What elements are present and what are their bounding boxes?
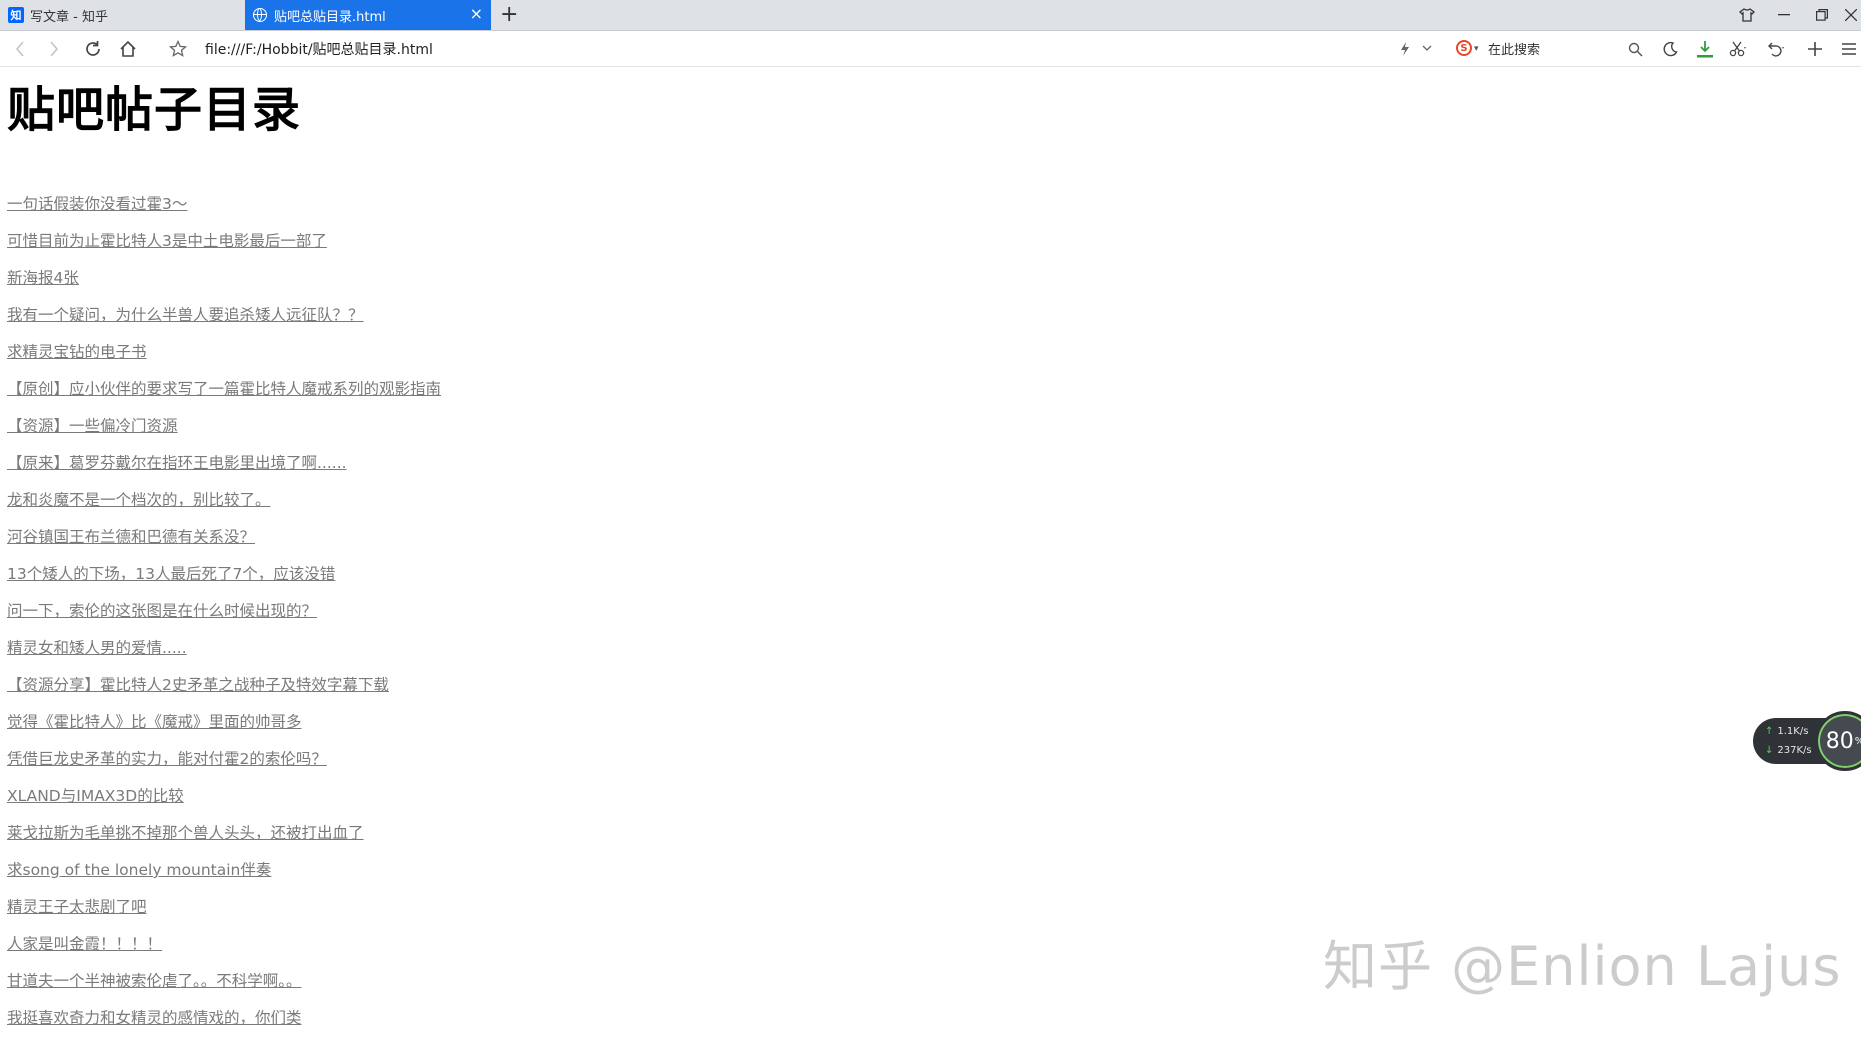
post-link[interactable]: 觉得《霍比特人》比《魔戒》里面的帅哥多 xyxy=(7,713,302,731)
add-icon[interactable] xyxy=(1802,36,1828,62)
post-link[interactable]: 13个矮人的下场，13人最后死了7个，应该没错 xyxy=(7,565,335,583)
post-link[interactable]: 【原来】葛罗芬戴尔在指环王电影里出境了啊...... xyxy=(7,454,347,472)
list-item: 新海报4张 xyxy=(7,259,441,296)
post-link[interactable]: 甘道夫一个半神被索伦虐了。。不科学啊。。 xyxy=(7,972,302,990)
tab-bar: 知 写文章 - 知乎 贴吧总贴目录.html × + xyxy=(0,0,1861,31)
list-item: 甘道夫一个半神被索伦虐了。。不科学啊。。 xyxy=(7,962,441,999)
post-link[interactable]: 精灵王子太悲剧了吧 xyxy=(7,898,147,916)
post-link[interactable]: 新海报4张 xyxy=(7,269,79,287)
close-tab-icon[interactable]: × xyxy=(470,6,483,22)
list-item: 13个矮人的下场，13人最后死了7个，应该没错 xyxy=(7,555,441,592)
tab-label: 写文章 - 知乎 xyxy=(30,9,108,25)
list-item: 精灵女和矮人男的爱情..... xyxy=(7,629,441,666)
list-item: 我有一个疑问，为什么半兽人要追杀矮人远征队？？ xyxy=(7,296,441,333)
post-link[interactable]: XLAND与IMAX3D的比较 xyxy=(7,787,184,805)
night-mode-moon-icon[interactable] xyxy=(1657,36,1683,62)
sogou-search-icon[interactable]: S xyxy=(1456,40,1472,56)
address-bar[interactable]: file:///F:/Hobbit/贴吧总贴目录.html xyxy=(205,39,433,59)
download-icon[interactable] xyxy=(1692,36,1718,62)
post-link[interactable]: 人家是叫金霞！！！！ xyxy=(7,935,162,953)
post-list: 一句话假装你没看过霍3～ 可惜目前为止霍比特人3是中土电影最后一部了 新海报4张我有… xyxy=(7,185,441,1036)
list-item: 一句话假装你没看过霍3～ xyxy=(7,185,441,222)
restore-button[interactable] xyxy=(1803,0,1841,30)
upload-speed: ↑ 1.1K/s xyxy=(1765,726,1809,737)
bookmark-star-icon[interactable] xyxy=(164,35,192,63)
post-link[interactable]: 龙和炎魔不是一个档次的，别比较了。 xyxy=(7,491,271,509)
tab-tieba-index[interactable]: 贴吧总贴目录.html × xyxy=(245,0,491,30)
list-item: 求song of the lonely mountain伴奏 xyxy=(7,851,441,888)
post-link[interactable]: 问一下，索伦的这张图是在什么时候出现的？ xyxy=(7,602,317,620)
back-button[interactable] xyxy=(6,35,34,63)
list-item: 求精灵宝钻的电子书 xyxy=(7,333,441,370)
list-item: 【原来】葛罗芬戴尔在指环王电影里出境了啊...... xyxy=(7,444,441,481)
post-link[interactable]: 【资源】一些偏冷门资源 xyxy=(7,417,178,435)
post-link[interactable]: 【原创】应小伙伴的要求写了一篇霍比特人魔戒系列的观影指南 xyxy=(7,380,441,398)
list-item: 精灵王子太悲剧了吧 xyxy=(7,888,441,925)
post-link[interactable]: 求精灵宝钻的电子书 xyxy=(7,343,147,361)
forward-button[interactable] xyxy=(40,35,68,63)
list-item: 人家是叫金霞！！！！ xyxy=(7,925,441,962)
list-item: 河谷镇国王布兰德和巴德有关系没？ xyxy=(7,518,441,555)
list-item: 【资源】一些偏冷门资源 xyxy=(7,407,441,444)
list-item: 我挺喜欢奇力和女精灵的感情戏的，你们类 xyxy=(7,999,441,1036)
post-link[interactable]: 一句话假装你没看过霍3～ xyxy=(7,195,187,213)
download-arrow-icon: ↓ xyxy=(1765,745,1774,756)
list-item: 可惜目前为止霍比特人3是中土电影最后一部了 xyxy=(7,222,441,259)
reload-button[interactable] xyxy=(79,35,107,63)
post-link[interactable]: 求song of the lonely mountain伴奏 xyxy=(7,861,271,879)
zhihu-favicon-icon: 知 xyxy=(8,7,24,23)
chevron-down-icon[interactable] xyxy=(1422,44,1432,54)
menu-hamburger-icon[interactable] xyxy=(1836,36,1861,62)
home-button[interactable] xyxy=(114,35,142,63)
lightning-icon[interactable] xyxy=(1392,36,1418,62)
download-speed: ↓ 237K/s xyxy=(1765,745,1812,756)
post-link[interactable]: 凭借巨龙史矛革的实力，能对付霍2的索伦吗？ xyxy=(7,750,327,768)
minimize-button[interactable] xyxy=(1765,0,1803,30)
list-item: 凭借巨龙史矛革的实力，能对付霍2的索伦吗？ xyxy=(7,740,441,777)
post-link[interactable]: 莱戈拉斯为毛单挑不掉那个兽人头头，还被打出血了 xyxy=(7,824,364,842)
post-link[interactable]: 我有一个疑问，为什么半兽人要追杀矮人远征队？？ xyxy=(7,306,364,324)
post-link[interactable]: 【资源分享】霍比特人2史矛革之战种子及特效字幕下载 xyxy=(7,676,389,694)
list-item: 龙和炎魔不是一个档次的，别比较了。 xyxy=(7,481,441,518)
list-item: 【资源分享】霍比特人2史矛革之战种子及特效字幕下载 xyxy=(7,666,441,703)
tab-zhihu-write[interactable]: 知 写文章 - 知乎 xyxy=(0,0,245,30)
upload-arrow-icon: ↑ xyxy=(1765,726,1774,737)
tab-label: 贴吧总贴目录.html xyxy=(274,9,386,25)
navigation-bar: file:///F:/Hobbit/贴吧总贴目录.html S ▾ 在此搜索 xyxy=(0,31,1861,67)
page-title: 贴吧帖子目录 xyxy=(7,82,302,138)
post-link[interactable]: 我挺喜欢奇力和女精灵的感情戏的，你们类 xyxy=(7,1009,302,1027)
list-item: XLAND与IMAX3D的比较 xyxy=(7,777,441,814)
list-item: 【原创】应小伙伴的要求写了一篇霍比特人魔戒系列的观影指南 xyxy=(7,370,441,407)
screenshot-scissors-icon[interactable] xyxy=(1725,36,1751,62)
post-link[interactable]: 可惜目前为止霍比特人3是中土电影最后一部了 xyxy=(7,232,327,250)
skin-icon[interactable] xyxy=(1728,0,1766,30)
list-item: 觉得《霍比特人》比《魔戒》里面的帅哥多 xyxy=(7,703,441,740)
undo-close-icon[interactable] xyxy=(1763,36,1789,62)
search-icon[interactable] xyxy=(1622,36,1648,62)
new-tab-button[interactable]: + xyxy=(500,2,518,28)
globe-icon xyxy=(253,8,267,22)
search-input[interactable]: 在此搜索 xyxy=(1488,39,1540,58)
list-item: 问一下，索伦的这张图是在什么时候出现的？ xyxy=(7,592,441,629)
zhihu-watermark: 知乎 @Enlion Lajus xyxy=(1323,935,1842,998)
list-item: 莱戈拉斯为毛单挑不掉那个兽人头头，还被打出血了 xyxy=(7,814,441,851)
post-link[interactable]: 河谷镇国王布兰德和巴德有关系没？ xyxy=(7,528,255,546)
search-engine-caret-icon[interactable]: ▾ xyxy=(1474,44,1479,54)
close-window-button[interactable] xyxy=(1841,0,1861,30)
post-link[interactable]: 精灵女和矮人男的爱情..... xyxy=(7,639,187,657)
